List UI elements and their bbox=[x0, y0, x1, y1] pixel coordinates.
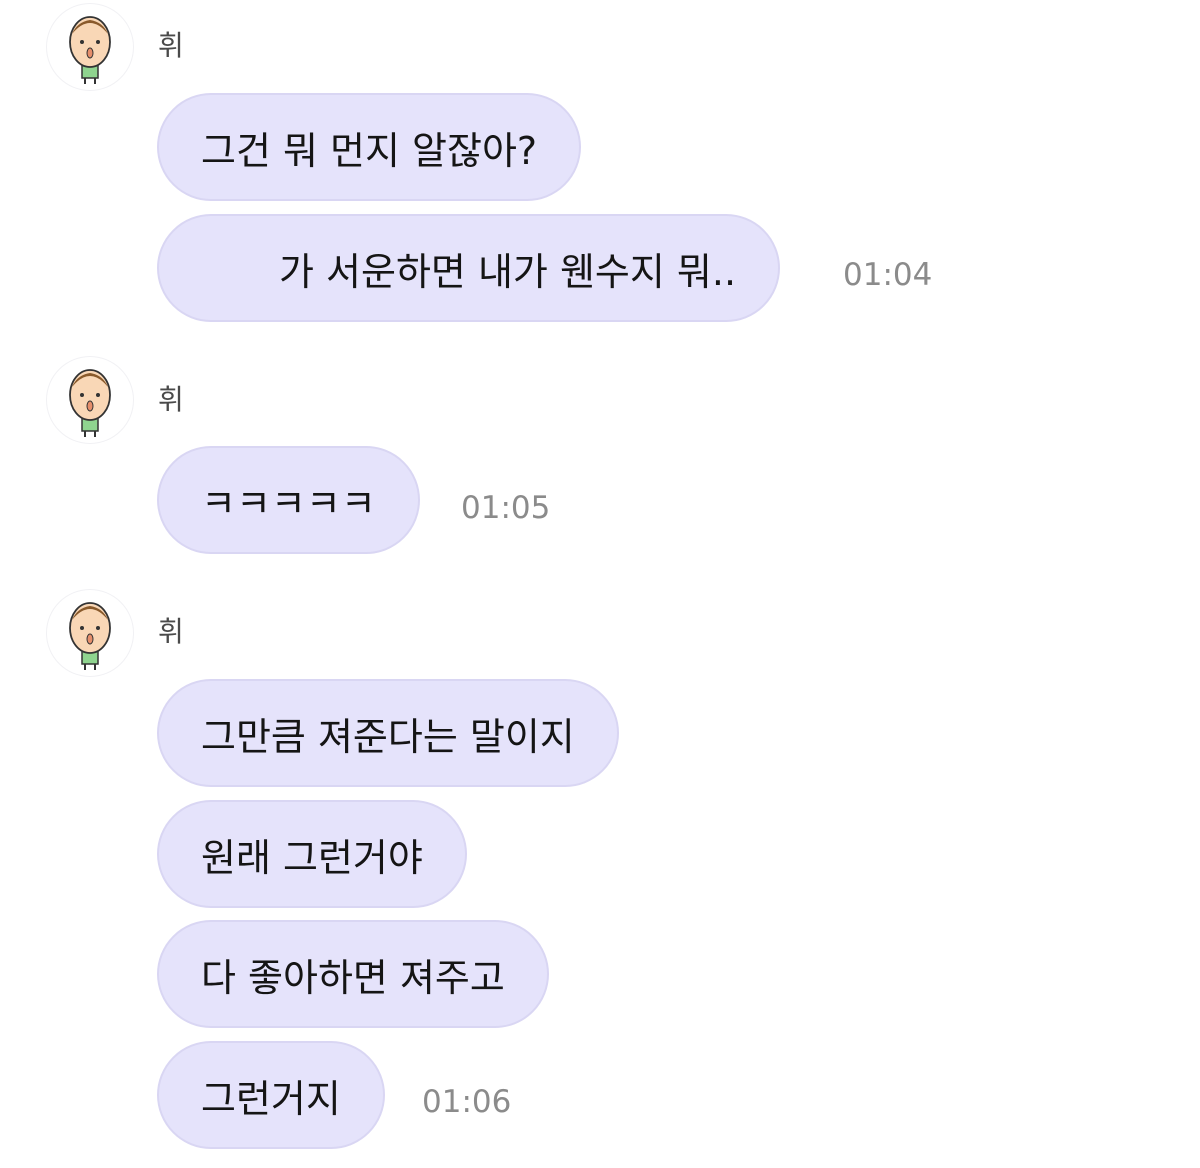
message-text: 원래 그런거야 bbox=[201, 835, 423, 880]
message-bubble[interactable]: 원래 그런거야 bbox=[157, 800, 467, 908]
message-bubble[interactable]: ㅋㅋㅋㅋㅋ bbox=[157, 446, 420, 554]
message-bubble[interactable]: 다 좋아하면 져주고 bbox=[157, 920, 549, 1028]
cartoon-boy-avatar-icon[interactable] bbox=[47, 590, 133, 676]
message-bubble[interactable]: 가 서운하면 내가 웬수지 뭐.. bbox=[157, 214, 781, 322]
cartoon-boy-avatar-icon[interactable] bbox=[47, 4, 133, 90]
message-text: ㅋㅋㅋㅋㅋ bbox=[201, 481, 376, 526]
message-bubble[interactable]: 그런거지 bbox=[157, 1041, 385, 1149]
message-text: 그만큼 져준다는 말이지 bbox=[201, 714, 575, 759]
message-text: 가 서운하면 내가 웬수지 뭐.. bbox=[279, 249, 737, 294]
timestamp: 01:05 bbox=[461, 490, 551, 526]
sender-name: 휘 bbox=[158, 29, 184, 62]
message-bubble[interactable]: 그만큼 져준다는 말이지 bbox=[157, 679, 619, 787]
timestamp: 01:04 bbox=[843, 257, 933, 293]
chat-window: 휘 그건 뭐 먼지 알잖아? 가 서운하면 내가 웬수지 뭐.. 01:04 휘 bbox=[0, 0, 1200, 1168]
message-bubble[interactable]: 그건 뭐 먼지 알잖아? bbox=[157, 93, 582, 201]
cartoon-boy-avatar-icon[interactable] bbox=[47, 357, 133, 443]
message-text: 그런거지 bbox=[201, 1076, 341, 1121]
timestamp: 01:06 bbox=[422, 1084, 512, 1120]
sender-name: 휘 bbox=[158, 383, 184, 416]
sender-name: 휘 bbox=[158, 615, 184, 648]
message-text: 다 좋아하면 져주고 bbox=[201, 955, 505, 1000]
message-text: 그건 뭐 먼지 알잖아? bbox=[201, 128, 538, 173]
